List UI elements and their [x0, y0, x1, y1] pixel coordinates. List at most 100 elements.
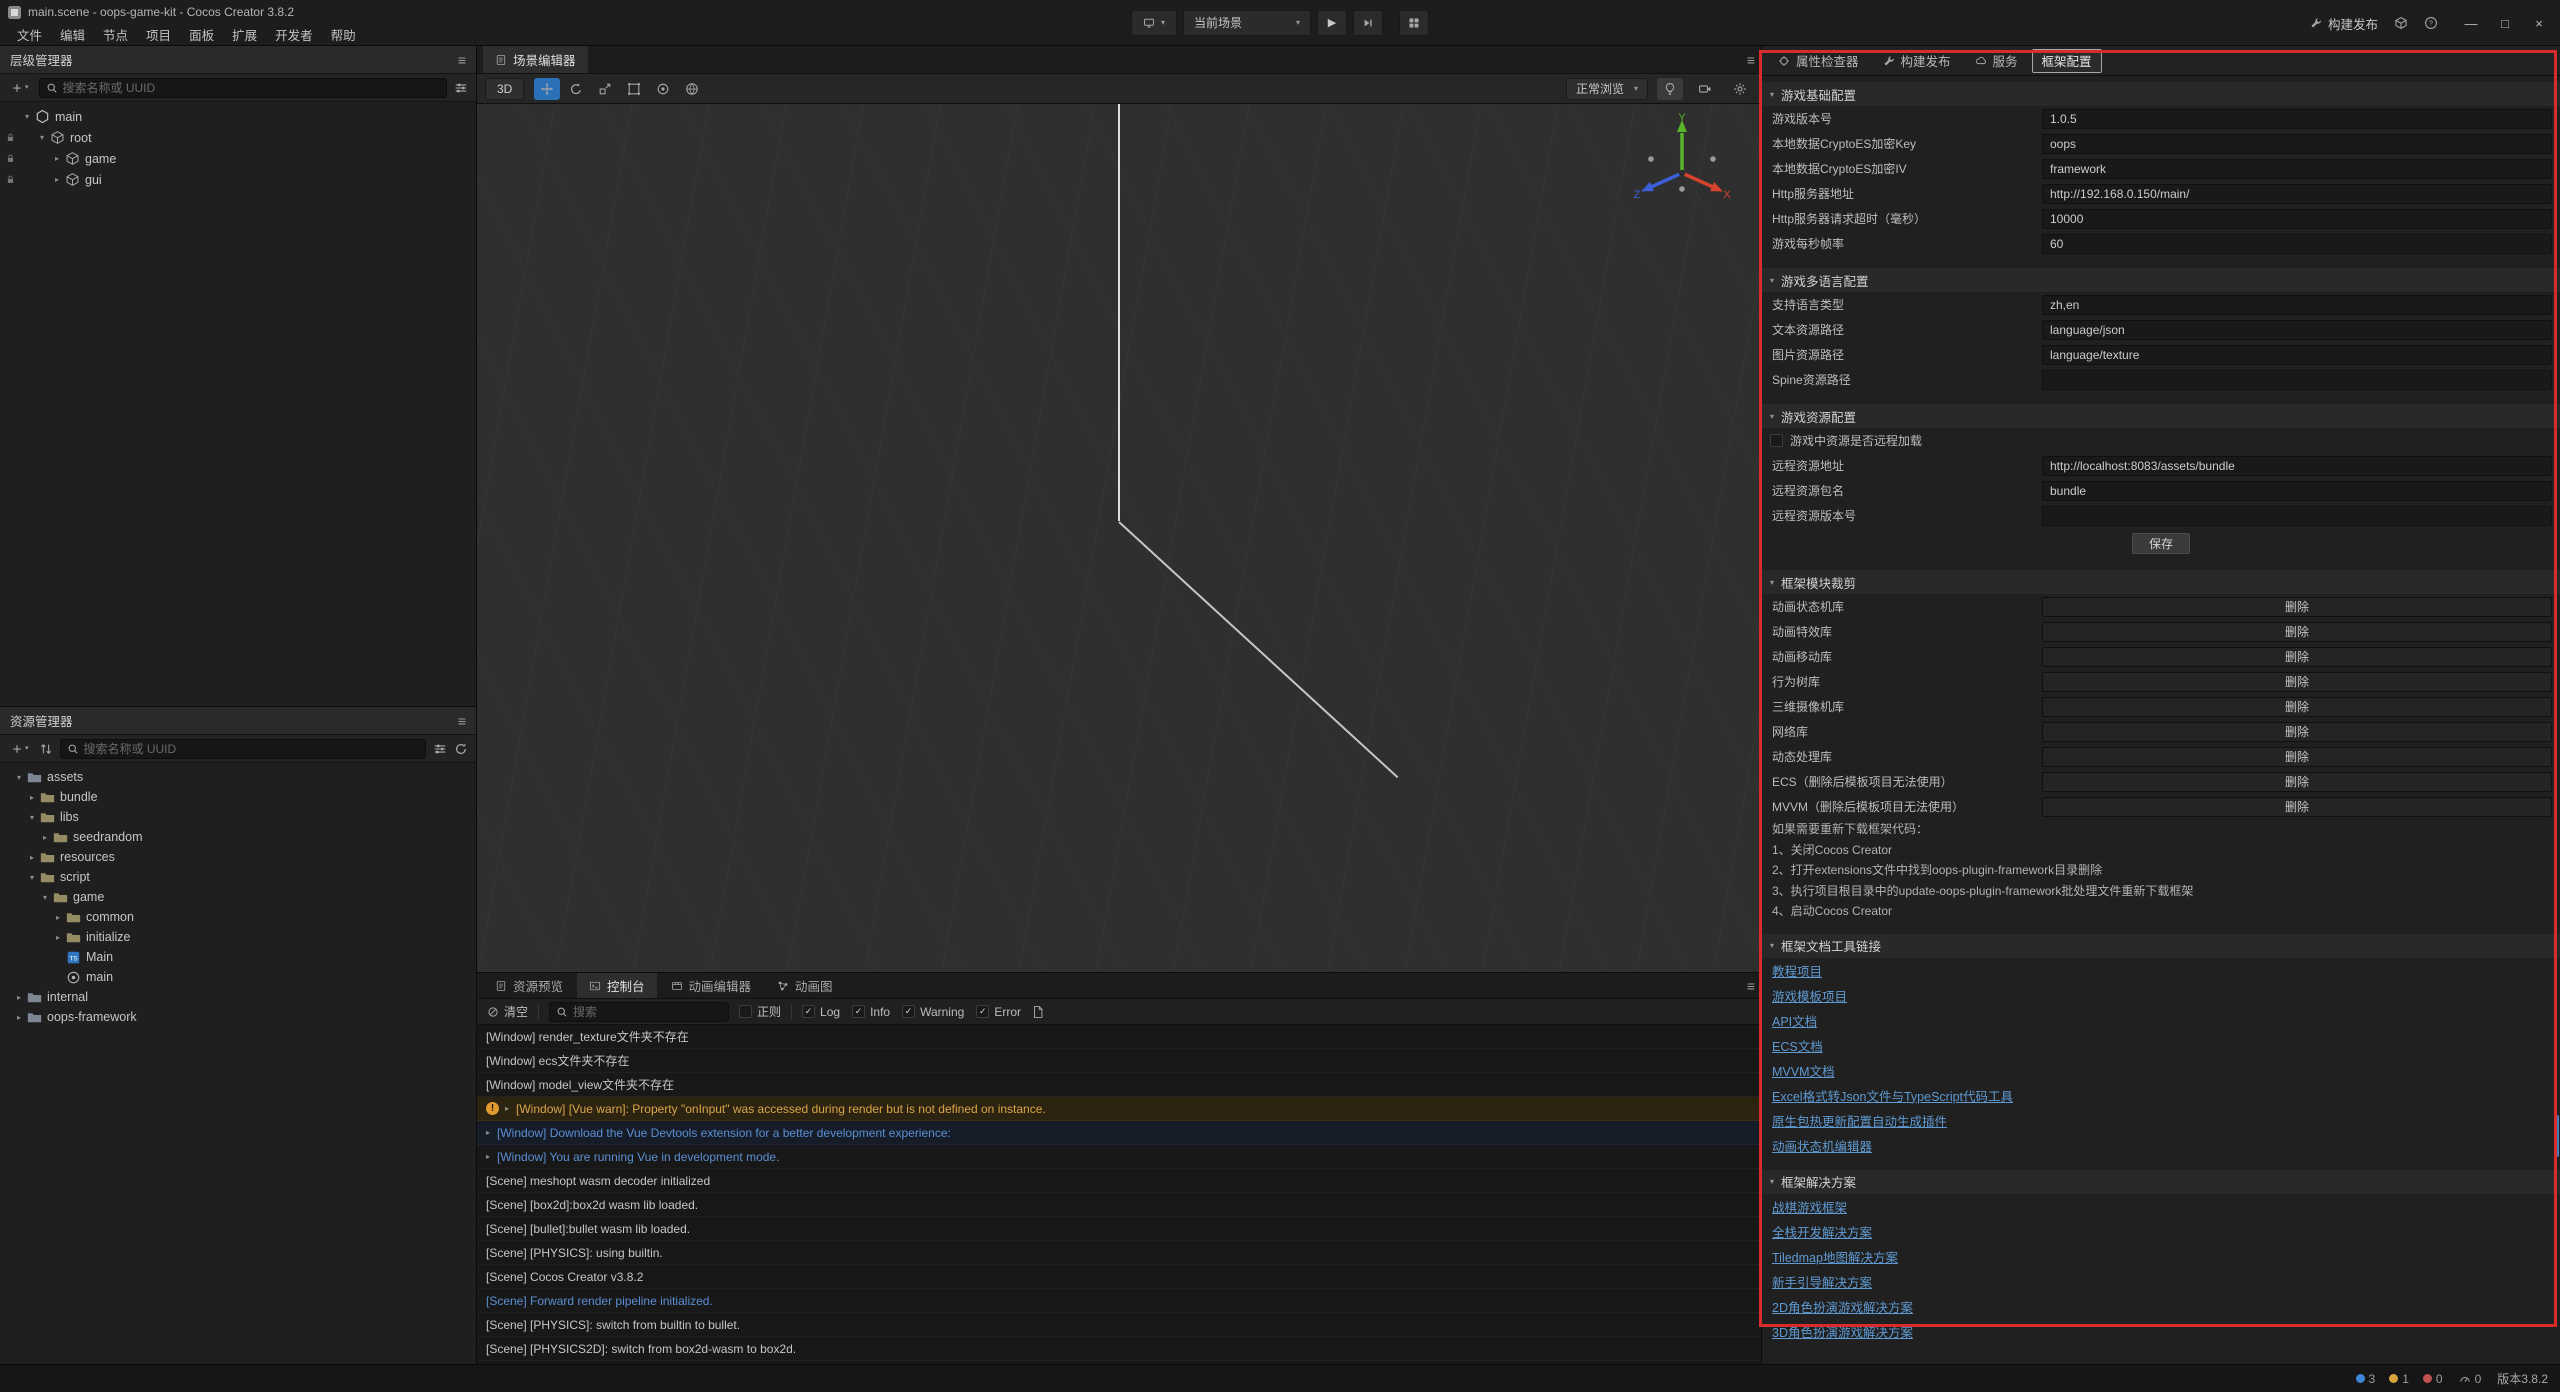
expand-icon[interactable]: ▸	[486, 1152, 490, 1161]
assets-search-input[interactable]	[84, 742, 419, 756]
menu-item-3[interactable]: 项目	[137, 25, 180, 44]
save-button[interactable]: 保存	[2132, 533, 2190, 554]
asset-node[interactable]: ▸bundle	[0, 787, 476, 807]
hierarchy-node[interactable]: ▾root	[0, 127, 476, 148]
console-line[interactable]: [Window] model_view文件夹不存在	[477, 1073, 1761, 1097]
pivot-tool-button[interactable]	[650, 78, 676, 100]
filter-icon[interactable]	[433, 742, 447, 756]
expand-icon[interactable]: ▸	[12, 993, 26, 1002]
expand-icon[interactable]: ▸	[12, 1013, 26, 1022]
inspector-tab-0[interactable]: 属性检查器	[1768, 49, 1869, 73]
collapse-icon[interactable]: ▾	[12, 773, 26, 782]
delete-button[interactable]: 删除	[2042, 672, 2552, 692]
section-header[interactable]: ▾框架模块裁剪	[1762, 570, 2560, 594]
delete-button[interactable]: 删除	[2042, 647, 2552, 667]
maximize-button[interactable]: □	[2488, 7, 2522, 39]
asset-node[interactable]: ▾libs	[0, 807, 476, 827]
console-line[interactable]: [Scene] [bullet]:bullet wasm lib loaded.	[477, 1217, 1761, 1241]
create-asset-button[interactable]: ▾	[8, 739, 32, 759]
console-tab-1[interactable]: 控制台	[577, 973, 657, 998]
console-line[interactable]: ▸[Window] You are running Vue in develop…	[477, 1145, 1761, 1169]
inspector-tab-3[interactable]: 框架配置	[2032, 49, 2102, 73]
asset-node[interactable]: ▸internal	[0, 987, 476, 1007]
asset-node[interactable]: ▸seedrandom	[0, 827, 476, 847]
console-line[interactable]: [Scene] [box2d]:box2d wasm lib loaded.	[477, 1193, 1761, 1217]
delete-button[interactable]: 删除	[2042, 722, 2552, 742]
menu-item-2[interactable]: 节点	[94, 25, 137, 44]
doc-link[interactable]: Excel格式转Json文件与TypeScript代码工具	[1772, 1086, 2013, 1105]
property-input[interactable]: language/json	[2042, 320, 2552, 340]
console-line[interactable]: [Scene] Forward render pipeline initiali…	[477, 1289, 1761, 1313]
hierarchy-node[interactable]: ▸gui	[0, 169, 476, 190]
play-button[interactable]: ▶	[1317, 10, 1347, 36]
refresh-icon[interactable]	[454, 742, 468, 756]
expand-icon[interactable]: ▸	[505, 1104, 509, 1113]
clear-console-button[interactable]: 清空	[487, 1003, 528, 1020]
asset-node[interactable]: ▸common	[0, 907, 476, 927]
move-tool-button[interactable]	[534, 78, 560, 100]
open-log-file-icon[interactable]	[1031, 1005, 1045, 1019]
world-tool-button[interactable]	[679, 78, 705, 100]
checkbox-icon[interactable]: ✓	[976, 1005, 989, 1018]
build-publish-button[interactable]: 构建发布	[2310, 14, 2378, 33]
delete-button[interactable]: 删除	[2042, 747, 2552, 767]
section-header[interactable]: ▾框架解决方案	[1762, 1170, 2560, 1194]
console-search-input[interactable]	[573, 1005, 722, 1019]
doc-link[interactable]: 游戏模板项目	[1772, 986, 1847, 1005]
doc-link[interactable]: 新手引导解决方案	[1772, 1272, 1872, 1291]
hierarchy-node[interactable]: ▾main	[0, 106, 476, 127]
expand-icon[interactable]: ▸	[25, 853, 39, 862]
assets-menu-icon[interactable]: ≡	[458, 713, 466, 729]
gizmo-z-label[interactable]: Z	[1634, 189, 1641, 201]
scene-menu-icon[interactable]: ≡	[1747, 52, 1755, 68]
delete-button[interactable]: 删除	[2042, 697, 2552, 717]
filter-log[interactable]: ✓Log	[802, 1005, 840, 1019]
view-mode-dropdown[interactable]: 正常浏览 ▾	[1566, 78, 1648, 100]
property-input[interactable]: http://localhost:8083/assets/bundle	[2042, 456, 2552, 476]
doc-link[interactable]: 3D角色扮演游戏解决方案	[1772, 1322, 1913, 1341]
gauge-indicator[interactable]: 0	[2459, 1372, 2482, 1386]
console-line[interactable]: [Window] render_texture文件夹不存在	[477, 1025, 1761, 1049]
console-line[interactable]: [Scene] meshopt wasm decoder initialized	[477, 1169, 1761, 1193]
expand-icon[interactable]: ▸	[50, 175, 64, 184]
filter-icon[interactable]	[454, 81, 468, 95]
filter-info[interactable]: ✓Info	[852, 1005, 890, 1019]
expand-icon[interactable]: ▸	[50, 154, 64, 163]
collapse-icon[interactable]: ▾	[35, 133, 49, 142]
assets-search[interactable]	[60, 739, 426, 759]
close-button[interactable]: ×	[2522, 7, 2556, 39]
scene-viewport[interactable]: Y X Z	[477, 104, 1761, 972]
delete-button[interactable]: 删除	[2042, 797, 2552, 817]
preview-target-dropdown[interactable]: ▾	[1131, 10, 1177, 36]
asset-node[interactable]: ▸oops-framework	[0, 1007, 476, 1027]
asset-node[interactable]: ▸initialize	[0, 927, 476, 947]
asset-node[interactable]: ▾assets	[0, 767, 476, 787]
asset-node[interactable]: main	[0, 967, 476, 987]
hierarchy-search[interactable]	[39, 78, 447, 98]
delete-button[interactable]: 删除	[2042, 622, 2552, 642]
asset-node[interactable]: ▾script	[0, 867, 476, 887]
create-node-button[interactable]: ▾	[8, 78, 32, 98]
layout-button[interactable]	[1399, 10, 1429, 36]
lock-icon[interactable]	[5, 153, 16, 164]
inspector-tab-2[interactable]: 服务	[1965, 49, 2028, 73]
hierarchy-search-input[interactable]	[63, 81, 440, 95]
collapse-icon[interactable]: ▾	[38, 893, 52, 902]
property-input[interactable]: http://192.168.0.150/main/	[2042, 184, 2552, 204]
console-tab-3[interactable]: 动画图	[765, 973, 845, 998]
menu-item-4[interactable]: 面板	[180, 25, 223, 44]
property-input[interactable]	[2042, 370, 2552, 390]
lock-icon[interactable]	[5, 174, 16, 185]
hierarchy-node[interactable]: ▸game	[0, 148, 476, 169]
property-input[interactable]: language/texture	[2042, 345, 2552, 365]
lighting-toggle[interactable]	[1657, 78, 1683, 100]
console-line[interactable]: !▸[Window] [Vue warn]: Property "onInput…	[477, 1097, 1761, 1121]
rect-tool-button[interactable]	[621, 78, 647, 100]
inspector-tab-1[interactable]: 构建发布	[1873, 49, 1961, 73]
filter-error[interactable]: ✓Error	[976, 1005, 1021, 1019]
doc-link[interactable]: API文档	[1772, 1011, 1817, 1030]
expand-icon[interactable]: ▸	[51, 913, 65, 922]
delete-button[interactable]: 删除	[2042, 597, 2552, 617]
menu-item-5[interactable]: 扩展	[223, 25, 266, 44]
regex-toggle[interactable]: 正则	[739, 1003, 781, 1020]
